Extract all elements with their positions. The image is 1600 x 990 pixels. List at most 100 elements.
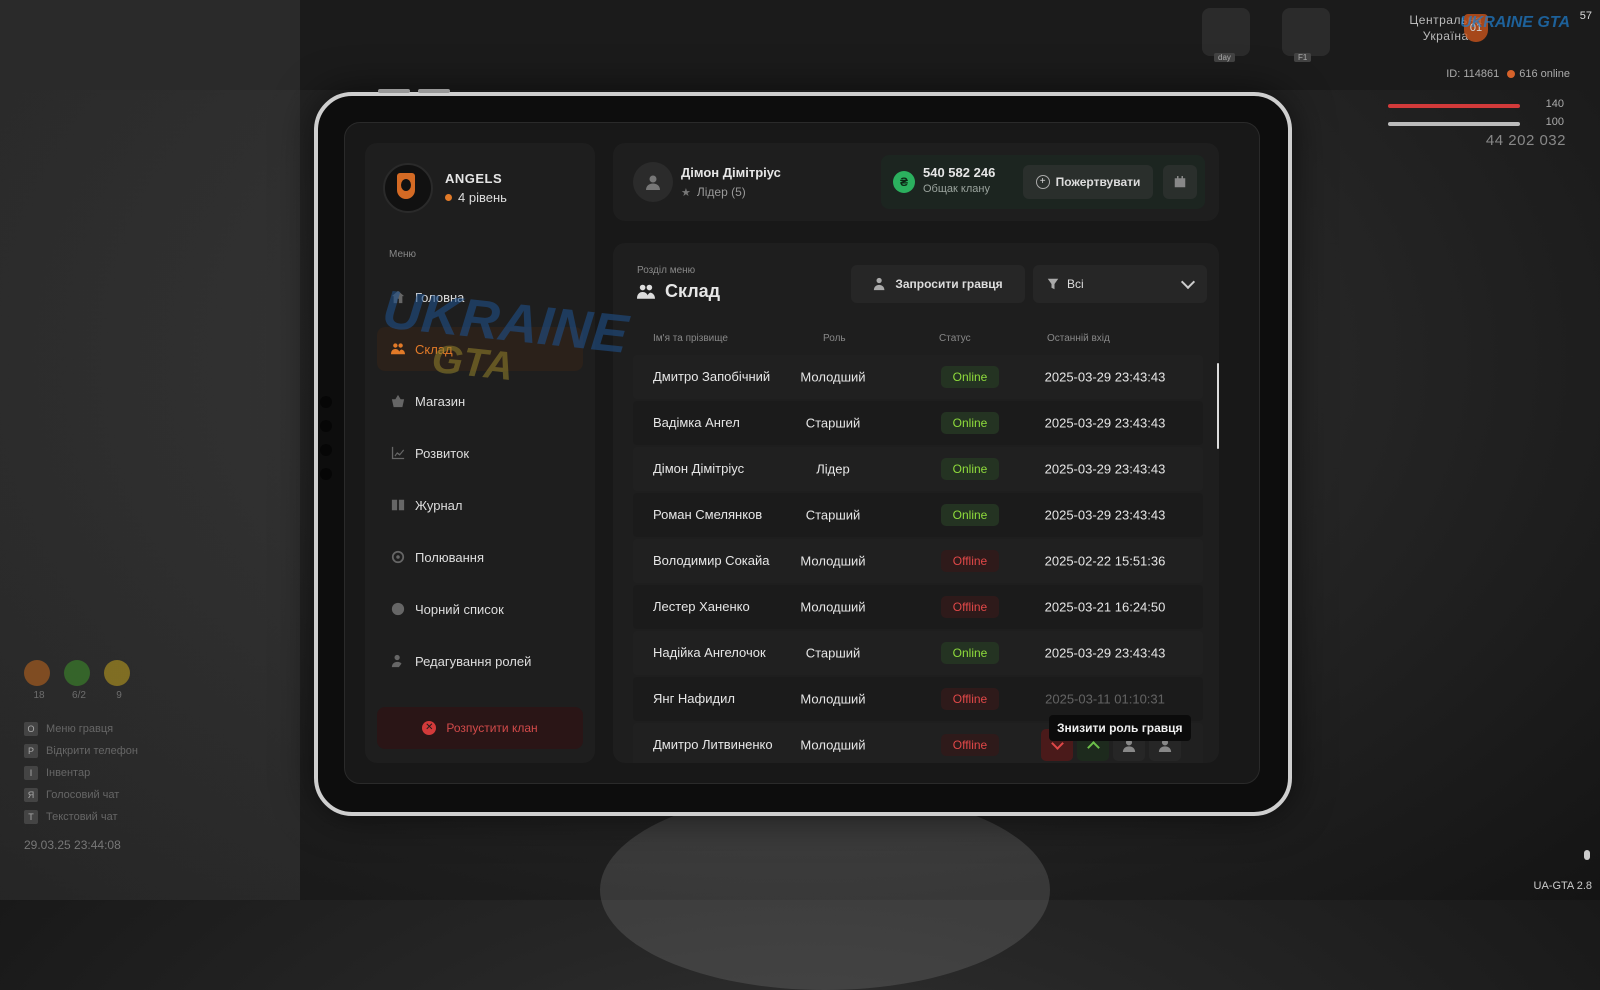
last-login: 2025-03-29 23:43:43	[1044, 369, 1166, 385]
avatar	[633, 162, 673, 202]
key-cap: Я	[24, 788, 38, 802]
background-table	[600, 790, 1050, 990]
table-row[interactable]: Дімон Дімітріус Лідер Online 2025-03-29 …	[633, 447, 1203, 491]
member-role: Молодший	[800, 553, 866, 569]
invite-player-label: Запросити гравця	[895, 277, 1003, 291]
sidebar-item-blacklist[interactable]: Чорний список	[377, 587, 583, 631]
chevron-down-icon	[1180, 274, 1196, 290]
keybind-item: O Меню гравця	[24, 718, 204, 740]
tablet-button	[418, 89, 450, 93]
sidebar-item-label: Редагування ролей	[415, 653, 532, 669]
target-icon	[391, 550, 405, 564]
member-name: Надійка Ангелочок	[653, 645, 766, 660]
table-row[interactable]: Володимир Сокайа Молодший Offline 2025-0…	[633, 539, 1203, 583]
member-role: Старший	[805, 507, 861, 523]
table-row[interactable]: Дмитро Запобічний Молодший Online 2025-0…	[633, 355, 1203, 399]
keybind-label: Голосовий чат	[46, 789, 120, 801]
table-row[interactable]: Лестер Ханенко Молодший Offline 2025-03-…	[633, 585, 1203, 629]
status-badge: Offline	[941, 734, 999, 756]
column-status: Статус	[939, 333, 971, 344]
last-login: 2025-03-29 23:43:43	[1044, 461, 1166, 477]
sidebar-item-roster[interactable]: Склад	[377, 327, 583, 371]
keybind-label: Меню гравця	[46, 723, 114, 735]
fps-counter: 57	[1579, 10, 1592, 22]
health-bar	[1388, 104, 1520, 108]
add-user-icon	[874, 277, 885, 291]
weather-icon: day	[1202, 8, 1250, 62]
tablet-button	[378, 89, 410, 93]
member-name: Янг Нафидил	[653, 691, 735, 706]
table-row[interactable]: Надійка Ангелочок Старший Online 2025-03…	[633, 631, 1203, 675]
sidebar-item-home[interactable]: Головна	[377, 275, 583, 319]
sidebar-item-journal[interactable]: Журнал	[377, 483, 583, 527]
book-icon	[391, 499, 405, 511]
clan-info: ANGELS 4 рівень	[383, 163, 507, 213]
column-name: Ім'я та прізвище	[653, 333, 728, 344]
hud-minimap-icons: day F1	[1202, 8, 1330, 62]
sidebar-item-development[interactable]: Розвиток	[377, 431, 583, 475]
sidebar-item-role-editing[interactable]: Редагування ролей	[377, 639, 583, 683]
player-id: ID: 114861	[1446, 68, 1500, 80]
user-icon	[646, 175, 660, 190]
level-dot-icon	[445, 194, 452, 201]
member-role: Молодший	[800, 599, 866, 615]
table-row[interactable]: Вадімка Ангел Старший Online 2025-03-29 …	[633, 401, 1203, 445]
close-circle-icon: ✕	[422, 721, 437, 735]
status-filter-select[interactable]: Всі	[1033, 265, 1207, 303]
transactions-button[interactable]	[1163, 165, 1197, 199]
hud-stats: 18 6/2 9	[24, 660, 204, 701]
keybind-label: Інвентар	[46, 767, 91, 779]
chevron-up-icon	[1086, 740, 1100, 754]
home-icon	[391, 290, 405, 304]
clan-balance-card: ₴ 540 582 246 Общак клану + Пожертвувати	[881, 155, 1205, 209]
microphone-icon	[1584, 850, 1590, 860]
key-cap: P	[24, 744, 38, 758]
status-badge: Online	[941, 504, 999, 526]
member-role: Молодший	[800, 691, 866, 707]
clan-logo	[383, 163, 433, 213]
last-login: 2025-03-29 23:43:43	[1044, 415, 1166, 431]
disband-clan-button[interactable]: ✕ Розпустити клан	[377, 707, 583, 749]
basket-icon	[391, 394, 405, 408]
game-version: UA-GTA 2.8	[1533, 880, 1592, 892]
thirst-icon: 6/2	[64, 660, 90, 701]
keybind-item: T Текстовий чат	[24, 806, 204, 828]
star-icon: 9	[104, 660, 130, 701]
filter-value: Всі	[1067, 277, 1084, 291]
armor-value: 100	[1545, 116, 1564, 128]
user-edit-icon	[391, 654, 402, 668]
block-icon	[391, 602, 405, 616]
member-name: Вадімка Ангел	[653, 415, 740, 430]
clan-level: 4 рівень	[445, 190, 507, 205]
key-cap: O	[24, 722, 38, 736]
sidebar-item-label: Розвиток	[415, 445, 470, 461]
key-cap: T	[24, 810, 38, 824]
health-value: 140	[1545, 98, 1564, 110]
members-table: Дмитро Запобічний Молодший Online 2025-0…	[633, 355, 1203, 763]
keybind-list: O Меню гравця P Відкрити телефон I Інвентар…	[24, 718, 204, 828]
last-login: 2025-03-29 23:43:43	[1044, 645, 1166, 661]
invite-player-button[interactable]: Запросити гравця	[851, 265, 1025, 303]
donate-button[interactable]: + Пожертвувати	[1023, 165, 1153, 199]
disband-clan-label: Розпустити клан	[446, 721, 538, 735]
player-avatar-label: F1	[1294, 53, 1312, 62]
table-row[interactable]: Роман Смелянков Старший Online 2025-03-2…	[633, 493, 1203, 537]
sidebar-item-shop[interactable]: Магазин	[377, 379, 583, 423]
member-role: Лідер	[816, 461, 850, 477]
tablet-screen: ANGELS 4 рівень Меню Головна Склад Магаз…	[344, 122, 1260, 784]
sidebar-item-hunting[interactable]: Полювання	[377, 535, 583, 579]
sidebar-item-label: Полювання	[415, 549, 485, 565]
keybind-item: Я Голосовий чат	[24, 784, 204, 806]
keybind-label: Текстовий чат	[46, 811, 118, 823]
user-role: ★ Лідер (5)	[681, 185, 746, 199]
column-last-login: Останній вхід	[1047, 333, 1110, 344]
sidebar-item-label: Чорний список	[415, 601, 504, 617]
status-badge: Online	[941, 642, 999, 664]
keybind-item: P Відкрити телефон	[24, 740, 204, 762]
scrollbar[interactable]	[1217, 363, 1219, 449]
status-badge: Offline	[941, 596, 999, 618]
member-role: Молодший	[800, 737, 866, 753]
player-avatar-icon: F1	[1282, 8, 1330, 62]
column-role: Роль	[823, 333, 846, 344]
sidebar-item-label: Магазин	[415, 393, 466, 409]
